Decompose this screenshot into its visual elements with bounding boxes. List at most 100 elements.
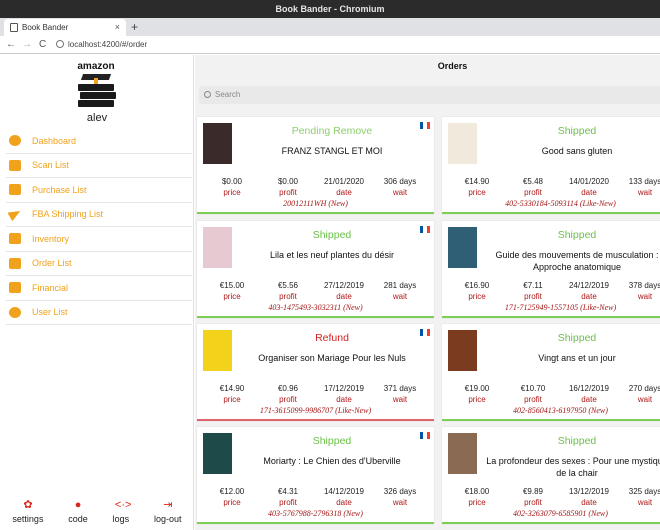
stat-value: €12.00 (219, 487, 245, 496)
stat-value: €18.00 (464, 487, 490, 496)
action-label: logs (112, 514, 130, 524)
close-tab-icon[interactable]: × (115, 19, 120, 36)
stat-wait: 281 days wait (372, 280, 428, 302)
order-stats: €15.00 price €5.56 profit 27/12/2019 date 281 … (204, 280, 428, 302)
sidebar-item-label: User List (32, 307, 68, 318)
reload-icon[interactable]: C (39, 38, 46, 52)
logs-button[interactable]: <·> logs (112, 499, 132, 530)
stat-label: date (336, 188, 352, 197)
book-cover-image (203, 123, 232, 164)
stat-profit: €5.56 profit (260, 280, 316, 302)
stat-value: 325 days (628, 487, 660, 496)
site-info-icon[interactable] (56, 40, 64, 48)
order-card[interactable]: Shipped La profondeur des sexes : Pour un… (442, 427, 660, 524)
order-id[interactable]: 402-8560413-6197950 (New) (442, 406, 660, 415)
stat-profit: €5.48 profit (505, 176, 561, 198)
window-title: Book Bander - Chromium (275, 4, 385, 14)
order-id[interactable]: 403-5767988-2796318 (New) (197, 509, 434, 518)
stat-label: wait (392, 498, 408, 507)
order-card[interactable]: Shipped Good sans gluten €14.90 price €5.48 p… (442, 117, 660, 214)
stat-price: €14.90 price (204, 383, 260, 405)
book-title: Vingt ans et un jour (538, 353, 616, 363)
stat-date: 14/01/2020 date (561, 176, 617, 198)
stat-wait: 325 days wait (617, 486, 660, 508)
stat-value: 133 days (628, 177, 660, 186)
order-id[interactable]: 171-7125949-1557105 (Like-New) (442, 303, 660, 312)
order-id[interactable]: 20012111WH (New) (197, 199, 434, 208)
code-button[interactable]: ● code (68, 499, 88, 530)
sidebar-item-fba-shipping-list[interactable]: FBA Shipping List (6, 203, 192, 227)
stat-date: 24/12/2019 date (561, 280, 617, 302)
sidebar-item-financial[interactable]: Financial (6, 276, 192, 301)
stat-wait: 326 days wait (372, 486, 428, 508)
brand-name: amazon (77, 61, 115, 72)
stat-wait: 306 days wait (372, 176, 428, 198)
order-id[interactable]: 403-1475493-3032311 (New) (197, 303, 434, 312)
stat-label: profit (279, 498, 297, 507)
new-tab-icon[interactable]: + (131, 18, 138, 36)
stat-label: price (223, 498, 241, 507)
sidebar-item-label: Purchase List (32, 184, 87, 195)
stat-label: profit (279, 395, 297, 404)
stat-label: wait (392, 395, 408, 404)
url-field[interactable]: localhost:4200/#/order (56, 38, 656, 52)
settings-button[interactable]: ✿ settings (12, 499, 43, 530)
stat-price: €15.00 price (204, 280, 260, 302)
stat-label: wait (392, 188, 408, 197)
stat-label: price (468, 498, 486, 507)
order-status: Shipped (557, 435, 597, 447)
browser-tab[interactable]: Book Bander × (4, 19, 126, 36)
order-stats: €18.00 price €9.89 profit 13/12/2019 date 325 … (449, 486, 660, 508)
url-text: localhost:4200/#/order (68, 40, 148, 49)
order-card[interactable]: Shipped Vingt ans et un jour €19.00 price €1… (442, 324, 660, 421)
stat-value: €5.48 (522, 177, 544, 186)
order-id[interactable]: 402-3263079-6585901 (New) (442, 509, 660, 518)
stat-value: €0.96 (277, 384, 299, 393)
order-id[interactable]: 171-3615099-9986707 (Like-New) (197, 406, 434, 415)
stat-label: wait (637, 395, 653, 404)
stat-profit: €10.70 profit (505, 383, 561, 405)
order-card[interactable]: Shipped Guide des mouvements de musculati… (442, 221, 660, 318)
stat-wait: 133 days wait (617, 176, 660, 198)
sidebar-item-order-list[interactable]: Order List (6, 252, 192, 276)
logout-icon: ⇥ (163, 499, 173, 511)
order-card[interactable]: Shipped Moriarty : Le Chien des d'Ubervil… (197, 427, 434, 524)
book-title: Lila et les neuf plantes du désir (269, 250, 395, 260)
stat-label: profit (279, 188, 297, 197)
sidebar: amazon alev Dashboard Scan List Purchase L… (0, 55, 194, 530)
order-id[interactable]: 402-5330184-5093114 (Like-New) (442, 199, 660, 208)
address-bar: ← → C localhost:4200/#/order (0, 36, 660, 54)
stat-value: 27/12/2019 (323, 281, 365, 290)
stat-label: price (468, 395, 486, 404)
book-cover-image (448, 433, 477, 474)
forward-icon[interactable]: → (22, 38, 32, 52)
stat-value: 378 days (628, 281, 660, 290)
main-content: Orders Search Pending Remove FRANZ STANGL… (195, 55, 660, 530)
order-status: Shipped (557, 229, 597, 241)
sidebar-bottom-actions: ✿ settings ● code <·> logs ⇥ log-out (0, 499, 194, 530)
order-stats: €19.00 price €10.70 profit 16/12/2019 date 270… (449, 383, 660, 405)
order-card[interactable]: Refund Organiser son Mariage Pour les Nul… (197, 324, 434, 421)
back-icon[interactable]: ← (6, 38, 16, 52)
sidebar-item-scan-list[interactable]: Scan List (6, 154, 192, 178)
stat-wait: 270 days wait (617, 383, 660, 405)
action-label: settings (12, 514, 44, 524)
stat-label: date (581, 498, 597, 507)
order-card[interactable]: Pending Remove FRANZ STANGL ET MOI $0.00 pr… (197, 117, 434, 214)
stat-value: 306 days (383, 177, 417, 186)
books-icon (9, 233, 21, 245)
sidebar-item-user-list[interactable]: User List (6, 301, 192, 325)
log-out-button[interactable]: ⇥ log-out (154, 499, 182, 530)
search-input[interactable]: Search (199, 86, 660, 104)
sidebar-item-dashboard[interactable]: Dashboard (6, 129, 192, 154)
book-title: Organiser son Mariage Pour les Nuls (258, 353, 406, 363)
stat-label: profit (524, 292, 542, 301)
sidebar-item-purchase-list[interactable]: Purchase List (6, 178, 192, 203)
book-title: FRANZ STANGL ET MOI (281, 146, 383, 156)
sidebar-item-inventory[interactable]: Inventory (6, 227, 192, 252)
stat-date: 21/01/2020 date (316, 176, 372, 198)
book-title: Good sans gluten (541, 146, 613, 156)
order-status: Shipped (557, 125, 597, 137)
stat-value: 270 days (628, 384, 660, 393)
order-card[interactable]: Shipped Lila et les neuf plantes du désir… (197, 221, 434, 318)
